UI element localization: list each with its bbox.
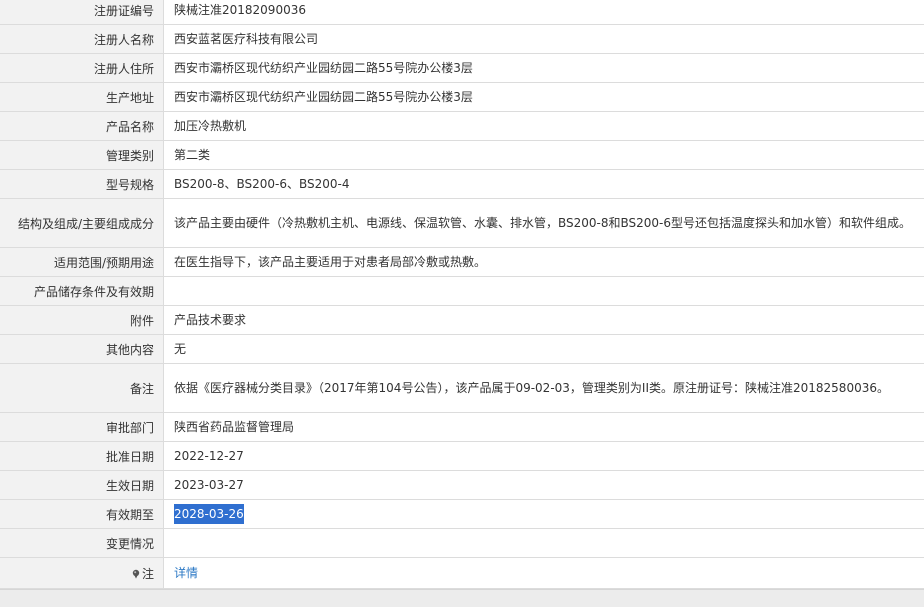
row-management-category: 管理类别 第二类 — [0, 141, 924, 170]
row-label: 注册人名称 — [0, 25, 164, 53]
row-label: 变更情况 — [0, 529, 164, 557]
row-value: 2022-12-27 — [165, 442, 924, 470]
registrant-address: 西安市灞桥区现代纺织产业园纺园二路55号院办公楼3层 — [174, 61, 473, 75]
row-value — [165, 529, 924, 557]
management-category: 第二类 — [174, 148, 211, 162]
approval-date: 2022-12-27 — [174, 449, 244, 463]
row-intended-use: 适用范围/预期用途 在医生指导下，该产品主要适用于对患者局部冷敷或热敷。 — [0, 248, 924, 277]
row-label: 其他内容 — [0, 335, 164, 363]
page-footer-band — [0, 589, 924, 607]
row-label: 批准日期 — [0, 442, 164, 470]
pin-icon — [132, 568, 140, 579]
row-value: 详情 — [165, 558, 924, 588]
effective-date: 2023-03-27 — [174, 478, 244, 492]
intended-use: 在医生指导下，该产品主要适用于对患者局部冷敷或热敷。 — [174, 255, 487, 269]
row-label: 附件 — [0, 306, 164, 334]
row-label: 结构及组成/主要组成成分 — [0, 199, 164, 247]
row-label: 注 — [0, 558, 164, 588]
row-value: 该产品主要由硬件（冷热敷机主机、电源线、保温软管、水囊、排水管，BS200-8和… — [165, 199, 924, 247]
registration-number: 陕械注准20182090036 — [174, 3, 306, 17]
row-note: 注 详情 — [0, 558, 924, 589]
row-label: 注册人住所 — [0, 54, 164, 82]
row-value — [165, 277, 924, 305]
row-value: 西安市灞桥区现代纺织产业园纺园二路55号院办公楼3层 — [165, 83, 924, 111]
row-value: 2028-03-26 — [165, 500, 924, 528]
valid-until-selected-text[interactable]: 2028-03-26 — [174, 504, 244, 524]
attachment: 产品技术要求 — [174, 313, 247, 327]
row-label: 生产地址 — [0, 83, 164, 111]
row-value: 无 — [165, 335, 924, 363]
row-value: 陕械注准20182090036 — [165, 0, 924, 24]
row-label: 适用范围/预期用途 — [0, 248, 164, 276]
row-label: 生效日期 — [0, 471, 164, 499]
row-value: 西安蓝茗医疗科技有限公司 — [165, 25, 924, 53]
row-registrant-name: 注册人名称 西安蓝茗医疗科技有限公司 — [0, 25, 924, 54]
row-value: 加压冷热敷机 — [165, 112, 924, 140]
other-content: 无 — [174, 342, 187, 356]
row-model-spec: 型号规格 BS200-8、BS200-6、BS200-4 — [0, 170, 924, 199]
note-label: 注 — [141, 566, 154, 581]
row-remarks: 备注 依据《医疗器械分类目录》（2017年第104号公告），该产品属于09-02… — [0, 364, 924, 413]
row-label: 审批部门 — [0, 413, 164, 441]
row-effective-date: 生效日期 2023-03-27 — [0, 471, 924, 500]
approval-department: 陕西省药品监督管理局 — [174, 420, 295, 434]
row-label: 产品储存条件及有效期 — [0, 277, 164, 305]
row-value: 产品技术要求 — [165, 306, 924, 334]
row-label: 产品名称 — [0, 112, 164, 140]
row-value: 依据《医疗器械分类目录》（2017年第104号公告），该产品属于09-02-03… — [165, 364, 924, 412]
row-value: 第二类 — [165, 141, 924, 169]
row-value: 在医生指导下，该产品主要适用于对患者局部冷敷或热敷。 — [165, 248, 924, 276]
row-value: 2023-03-27 — [165, 471, 924, 499]
row-approval-date: 批准日期 2022-12-27 — [0, 442, 924, 471]
row-structure-composition: 结构及组成/主要组成成分 该产品主要由硬件（冷热敷机主机、电源线、保温软管、水囊… — [0, 199, 924, 248]
details-link[interactable]: 详情 — [174, 563, 198, 583]
row-label: 有效期至 — [0, 500, 164, 528]
row-label: 备注 — [0, 364, 164, 412]
row-registrant-address: 注册人住所 西安市灞桥区现代纺织产业园纺园二路55号院办公楼3层 — [0, 54, 924, 83]
product-name: 加压冷热敷机 — [174, 119, 247, 133]
row-approval-department: 审批部门 陕西省药品监督管理局 — [0, 413, 924, 442]
row-value: BS200-8、BS200-6、BS200-4 — [165, 170, 924, 198]
row-valid-until: 有效期至 2028-03-26 — [0, 500, 924, 529]
registrant-name: 西安蓝茗医疗科技有限公司 — [174, 32, 319, 46]
row-other-content: 其他内容 无 — [0, 335, 924, 364]
row-label: 注册证编号 — [0, 0, 164, 24]
remarks: 依据《医疗器械分类目录》（2017年第104号公告），该产品属于09-02-03… — [174, 381, 889, 395]
row-change-history: 变更情况 — [0, 529, 924, 558]
row-registration-number: 注册证编号 陕械注准20182090036 — [0, 0, 924, 25]
production-address: 西安市灞桥区现代纺织产业园纺园二路55号院办公楼3层 — [174, 90, 473, 104]
row-attachment: 附件 产品技术要求 — [0, 306, 924, 335]
row-value: 西安市灞桥区现代纺织产业园纺园二路55号院办公楼3层 — [165, 54, 924, 82]
model-spec: BS200-8、BS200-6、BS200-4 — [174, 177, 350, 191]
structure-composition: 该产品主要由硬件（冷热敷机主机、电源线、保温软管、水囊、排水管，BS200-8和… — [174, 216, 912, 230]
row-production-address: 生产地址 西安市灞桥区现代纺织产业园纺园二路55号院办公楼3层 — [0, 83, 924, 112]
row-label: 管理类别 — [0, 141, 164, 169]
registration-detail-table: 注册证编号 陕械注准20182090036 注册人名称 西安蓝茗医疗科技有限公司… — [0, 0, 924, 607]
row-storage-validity: 产品储存条件及有效期 — [0, 277, 924, 306]
row-value: 陕西省药品监督管理局 — [165, 413, 924, 441]
row-product-name: 产品名称 加压冷热敷机 — [0, 112, 924, 141]
row-label: 型号规格 — [0, 170, 164, 198]
